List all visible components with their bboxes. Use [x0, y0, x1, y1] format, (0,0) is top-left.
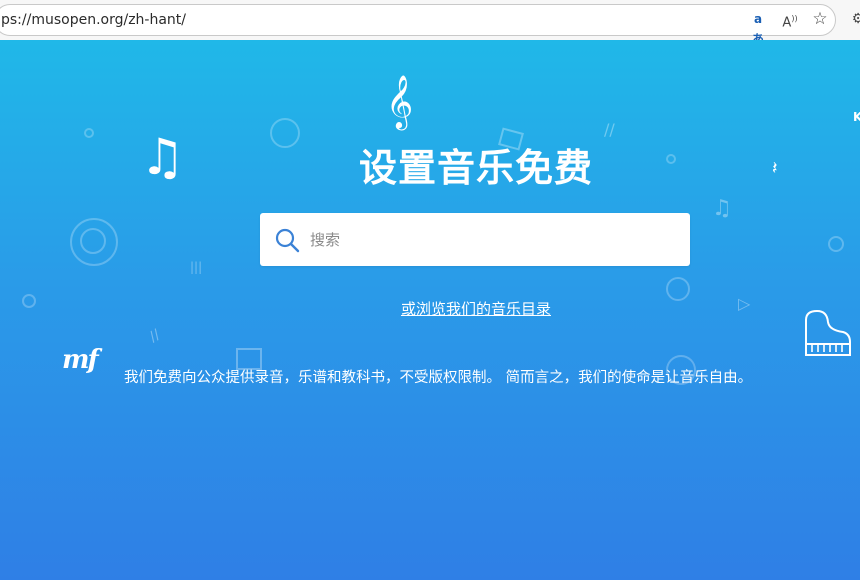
- decor-wave-icon: |||: [190, 260, 203, 274]
- search-box: [260, 213, 690, 266]
- musopen-logo: mf: [62, 345, 99, 375]
- hero-section: ♫ ▷ // // ||| 𝄽 𝄞 ♫ K 设置音乐免费 或浏览我们的音乐目录 …: [0, 40, 860, 580]
- search-input[interactable]: [310, 213, 680, 266]
- decor-slash: //: [146, 326, 163, 346]
- mission-statement: 我们免费向公众提供录音，乐谱和教科书，不受版权限制。 简而言之，我们的使命是让音…: [124, 370, 753, 386]
- grand-piano-icon: [805, 309, 851, 356]
- read-aloud-icon[interactable]: A)): [780, 9, 800, 30]
- browser-toolbar: ps://musopen.org/zh-hant/ aあ A)) ☆ ⚙: [0, 0, 860, 46]
- treble-clef-icon: 𝄞: [386, 74, 414, 128]
- extensions-icon[interactable]: ⚙: [848, 9, 860, 29]
- page-title: 设置音乐免费: [358, 146, 593, 190]
- browse-catalog-link[interactable]: 或浏览我们的音乐目录: [0, 298, 860, 319]
- translate-icon[interactable]: aあ: [748, 9, 768, 46]
- address-bar[interactable]: ps://musopen.org/zh-hant/: [0, 4, 836, 36]
- edge-letter: K: [853, 110, 860, 124]
- search-icon[interactable]: [274, 227, 300, 253]
- favorite-star-icon[interactable]: ☆: [810, 9, 830, 29]
- url-text[interactable]: ps://musopen.org/zh-hant/: [1, 12, 186, 28]
- decor-dot: [828, 236, 844, 252]
- decor-note-icon: ♫: [712, 196, 732, 221]
- decor-disc-inner: [80, 228, 106, 254]
